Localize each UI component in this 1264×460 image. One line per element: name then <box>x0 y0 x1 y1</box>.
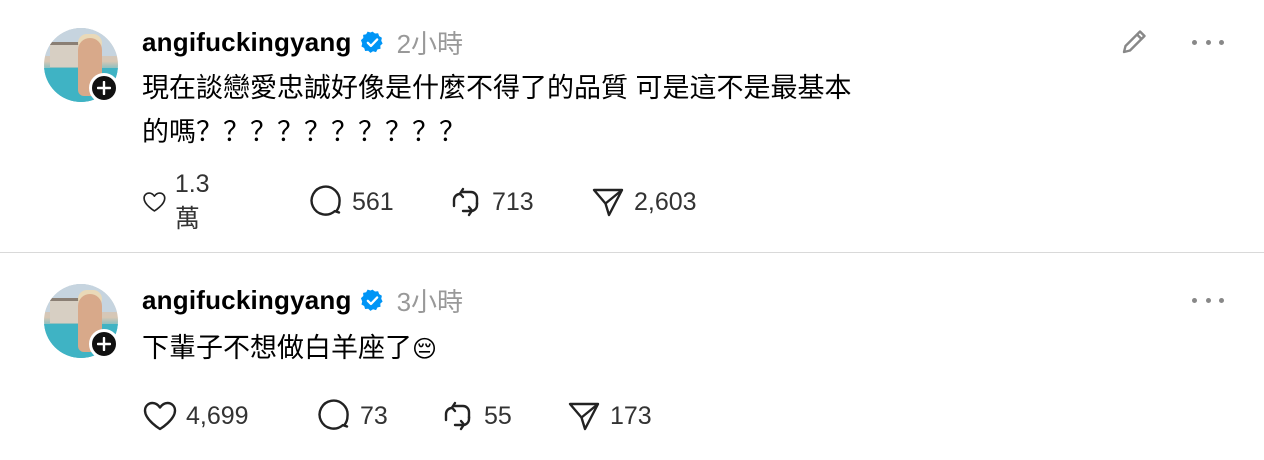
post-header: angifuckingyang 2小時 <box>142 24 463 60</box>
like-button[interactable]: 4,699 <box>142 396 249 436</box>
follow-plus-icon[interactable] <box>89 329 119 359</box>
repost-button[interactable]: 713 <box>448 182 534 222</box>
share-button[interactable]: 2,603 <box>590 182 697 222</box>
post-text-content: 下輩子不想做白羊座了 <box>142 333 412 363</box>
avatar[interactable] <box>44 28 119 103</box>
thread-post: angifuckingyang 2小時 現在談戀愛忠誠好像是什麼不得了的品質 可… <box>0 0 1264 253</box>
send-icon <box>568 402 600 431</box>
like-count: 4,699 <box>186 401 249 430</box>
avatar[interactable] <box>44 284 119 359</box>
post-header: angifuckingyang 3小時 <box>142 282 463 318</box>
thread-post: angifuckingyang 3小時 下輩子不想做白羊座了😔 4,699 73 <box>0 254 1264 460</box>
repost-count: 55 <box>484 401 512 430</box>
share-count: 173 <box>610 401 652 430</box>
reply-count: 561 <box>352 187 394 216</box>
comment-bubble-icon <box>318 399 349 430</box>
post-text: 下輩子不想做白羊座了😔 <box>142 326 437 372</box>
verified-badge-icon <box>360 30 385 55</box>
more-dots-icon[interactable] <box>1192 290 1224 310</box>
repost-icon <box>452 187 479 217</box>
post-text-line: 的嗎？？？？？？？？？？ <box>142 117 466 147</box>
verified-badge-icon <box>360 288 385 313</box>
post-time: 3小時 <box>396 286 464 317</box>
repost-count: 713 <box>492 187 534 216</box>
heart-icon <box>143 192 166 212</box>
username[interactable]: angifuckingyang <box>142 27 352 58</box>
reply-button[interactable]: 73 <box>316 396 388 436</box>
send-icon <box>592 188 624 217</box>
heart-icon <box>143 401 177 431</box>
more-dots-icon[interactable] <box>1192 32 1224 52</box>
post-time: 2小時 <box>396 28 464 59</box>
pencil-icon[interactable] <box>1118 24 1152 58</box>
pensive-emoji-icon: 😔 <box>412 336 438 363</box>
share-count: 2,603 <box>634 187 697 216</box>
reply-count: 73 <box>360 401 388 430</box>
post-divider <box>0 252 1264 253</box>
repost-button[interactable]: 55 <box>440 396 512 436</box>
share-button[interactable]: 173 <box>566 396 652 436</box>
post-text-line: 現在談戀愛忠誠好像是什麼不得了的品質 可是這不是最基本 <box>142 73 852 103</box>
follow-plus-icon[interactable] <box>89 73 119 103</box>
comment-bubble-icon <box>310 185 341 216</box>
like-button[interactable]: 1.3 萬 <box>142 170 221 233</box>
reply-button[interactable]: 561 <box>308 182 394 222</box>
username[interactable]: angifuckingyang <box>142 285 352 316</box>
like-count: 1.3 萬 <box>174 169 210 233</box>
post-text: 現在談戀愛忠誠好像是什麼不得了的品質 可是這不是最基本 的嗎？？？？？？？？？？ <box>142 66 852 154</box>
repost-icon <box>444 401 471 431</box>
